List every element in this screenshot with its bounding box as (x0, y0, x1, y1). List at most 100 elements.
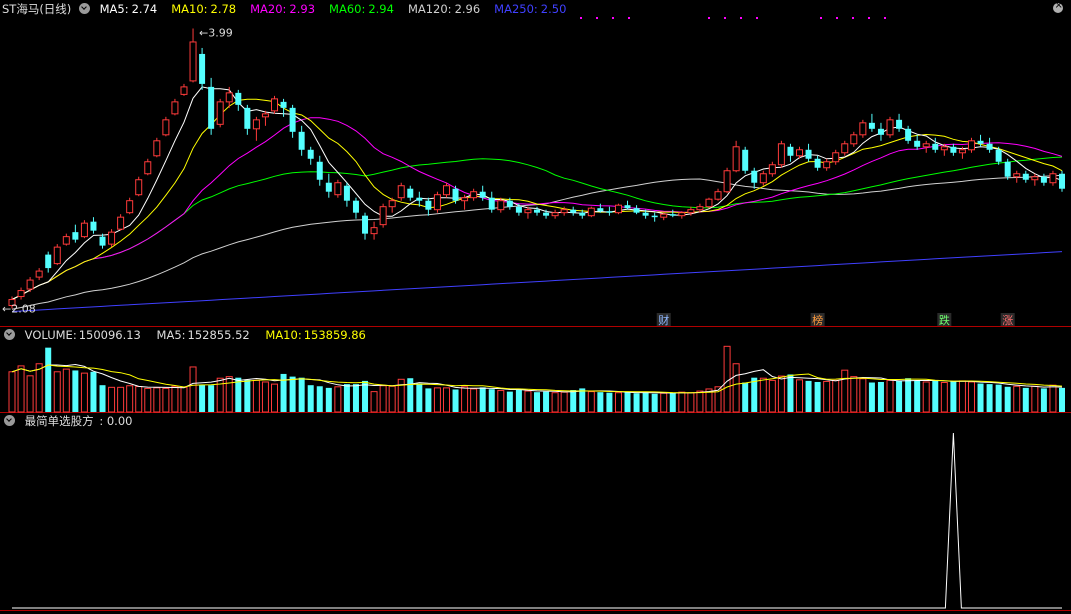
volume-bar-down (407, 378, 414, 412)
candle-body-down (914, 140, 921, 147)
volume-bar-down (289, 376, 296, 412)
candle-body-up (497, 200, 505, 211)
volume-bar-down (914, 380, 921, 412)
ma-legend: MA5: 2.74 MA10: 2.78 MA20: 2.93 MA60: 2.94 MA120… (100, 2, 581, 16)
volume-bar-up (135, 386, 143, 413)
volume-bar-down (905, 378, 912, 412)
volume-bar-up (859, 378, 867, 413)
candle-body-down (515, 206, 522, 213)
candle-body-up (832, 152, 840, 163)
volume-bar-up (777, 375, 785, 413)
volume-bar-down (298, 377, 305, 412)
volume-bar-up (841, 369, 849, 413)
volume-bar-up (723, 345, 731, 413)
volume-bar-down (325, 387, 332, 412)
indicator-value: : 0.00 (99, 414, 133, 428)
volume-bar-down (651, 393, 658, 412)
signal-dot (820, 17, 822, 19)
candle-body-up (62, 236, 70, 245)
volume-bar-up (162, 387, 170, 413)
volume-ma5-line (11, 363, 1063, 394)
candle-body-down (343, 185, 350, 201)
volume-bar-up (180, 386, 188, 413)
candle-body-up (271, 98, 278, 112)
candle-body-up (696, 206, 704, 211)
candle-body-up (768, 164, 776, 175)
volume-bar-down (624, 392, 631, 412)
volume-bar-up (660, 392, 668, 413)
volume-bar-up (796, 379, 803, 413)
candle-body-down (72, 232, 79, 240)
volume-bar-down (1059, 387, 1065, 412)
volume-bar-up (370, 391, 378, 413)
event-marker: 财 (658, 313, 669, 327)
signal-dot (868, 17, 870, 19)
volume-bar-up (850, 376, 858, 413)
volume-bar-down (316, 386, 323, 412)
candle-body-up (80, 222, 88, 238)
high-price-label: ←3.99 (199, 26, 233, 39)
candle-body-up (759, 173, 767, 184)
signal-dot (740, 17, 742, 19)
candle-body-down (570, 209, 577, 213)
volume-bar-up (388, 385, 396, 413)
close-icon[interactable] (1053, 0, 1063, 13)
candle-body-up (823, 161, 831, 169)
stock-title: ST海马(日线) (2, 2, 72, 16)
candle-body-down (289, 107, 296, 132)
volume-bar-up (768, 379, 776, 413)
candle-body-up (551, 212, 559, 217)
chevron-down-icon[interactable] (78, 3, 90, 14)
volume-bar-up (470, 388, 478, 413)
candle-body-down (208, 86, 215, 129)
volume-bar-up (117, 386, 125, 413)
chevron-down-icon[interactable] (4, 415, 15, 426)
volume-bar-up (271, 383, 278, 413)
candle-body-up (678, 212, 686, 217)
volume-bar-down (515, 388, 522, 412)
candle-body-up (370, 227, 378, 235)
volume-bar-down (633, 393, 640, 412)
volume-bar-up (823, 380, 831, 413)
volume-bar-up (1049, 384, 1057, 413)
candle-body-down (199, 53, 206, 84)
low-price-label: ←2.08 (2, 303, 36, 316)
candle-body-down (1022, 173, 1029, 180)
candle-body-up (180, 86, 188, 95)
candle-body-down (579, 212, 586, 216)
volume-bar-up (225, 376, 233, 413)
candle-body-up (461, 197, 469, 202)
volume-bar-down (534, 392, 540, 412)
candle-body-up (587, 207, 595, 217)
volume-bar-down (72, 370, 79, 412)
volume-bar-up (62, 368, 70, 413)
candle-body-up (144, 161, 152, 175)
candle-body-up (958, 149, 966, 154)
candle-body-down (425, 200, 432, 210)
signal-dot (724, 17, 726, 19)
chevron-down-icon[interactable] (4, 329, 15, 340)
volume-bar-down (352, 384, 359, 412)
volume-bar-up (334, 386, 342, 413)
candle-body-down (235, 92, 242, 105)
candle-body-down (1040, 176, 1047, 183)
signal-dot (708, 17, 710, 19)
ma60-line (11, 156, 1063, 300)
ma5-line (11, 86, 1063, 300)
candle-body-up (660, 213, 668, 218)
candle-body-down (244, 107, 251, 129)
signal-dot (596, 17, 598, 19)
volume-bar-up (1013, 385, 1021, 413)
volume-bar-down (669, 392, 676, 412)
candle-body-down (506, 200, 513, 207)
volume-bar-up (759, 377, 767, 413)
volume-bar-down (977, 383, 984, 412)
candle-body-down (316, 161, 323, 180)
volume-bar-down (742, 382, 749, 412)
volume-bar-up (922, 381, 930, 413)
stock-chart: ←3.99 ←2.08 财 榜 跌 涨 (0, 17, 1071, 611)
volume-bar-down (950, 381, 957, 412)
volume-bar-down (235, 377, 242, 412)
candle-body-up (26, 279, 34, 290)
volume-bar-up (958, 380, 966, 413)
